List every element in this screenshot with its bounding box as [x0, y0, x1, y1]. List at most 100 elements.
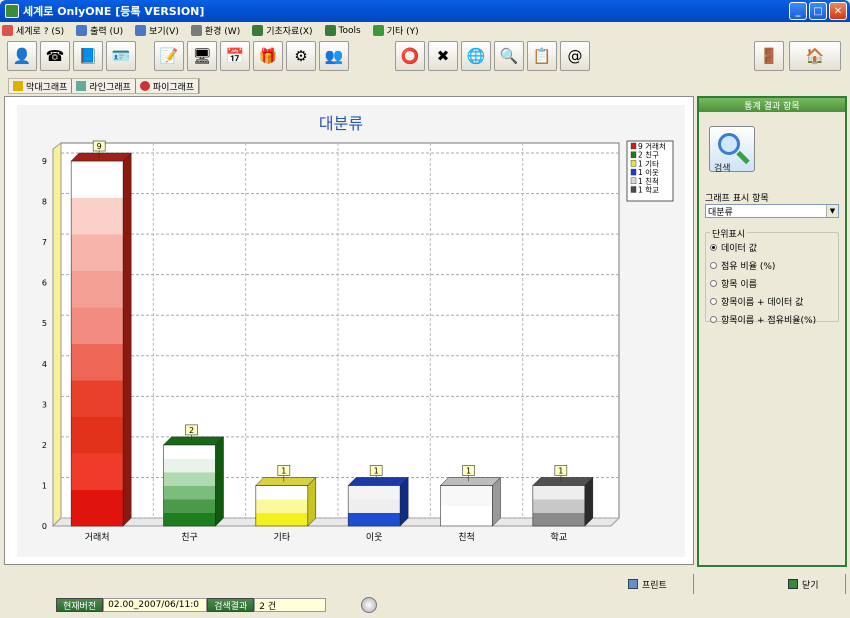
bar-chart: 대분류 0 1 2 3 4 5 6 7 8 9 9 거래처 2 친구 1 기타 1 이웃 1 친척 1 학교 9 거래처2 친… — [42, 114, 674, 543]
print-label: 프린트 — [642, 580, 667, 591]
bar-segment — [71, 234, 124, 271]
data-label: 1 — [281, 466, 286, 475]
data-label: 9 — [97, 142, 102, 151]
toolbar-person-button[interactable]: 👤 — [7, 41, 37, 71]
toolbar-edit-button[interactable]: 📝 — [154, 41, 184, 71]
user-card-icon: 🪪 — [111, 47, 131, 65]
bar-segment — [71, 343, 124, 381]
toolbar-exit-door-button[interactable]: 🚪 — [754, 41, 784, 71]
legend-item: 1 학교 — [638, 185, 659, 195]
toolbar-internet-button[interactable]: 🌐 — [461, 41, 491, 71]
y-tick-label: 9 — [42, 157, 47, 166]
bar-side — [399, 476, 409, 527]
tab-bar-chart[interactable]: 막대그래프 — [9, 79, 73, 93]
close-button[interactable]: 닫기 — [780, 574, 846, 594]
unit-option-3[interactable]: 항목이름 + 데이터 값 — [710, 295, 803, 308]
bar-top — [439, 477, 502, 486]
unit-option-label: 항목 이름 — [721, 280, 757, 290]
toolbar-excel-button[interactable]: ✖ — [428, 41, 458, 71]
search-button[interactable]: 검색 — [709, 126, 755, 174]
toolbar-email-button[interactable]: @ — [560, 41, 590, 71]
bar-segment — [163, 471, 216, 486]
menu-item-4[interactable]: 기초자료(X) — [252, 24, 313, 37]
radio-icon[interactable] — [710, 244, 717, 251]
toolbar-phone-button[interactable]: ☎ — [40, 41, 70, 71]
toolbar-lifebuoy-button[interactable]: ⭕ — [395, 41, 425, 71]
graph-item-value: 대분류 — [708, 207, 733, 218]
menu-item-1[interactable]: 출력 (U) — [76, 24, 123, 37]
title-bar: 세계로 OnlyONE [등록 VERSION] _ □ ✕ — [0, 0, 850, 22]
x-tick-label: 이웃 — [366, 532, 383, 543]
tab-line-chart[interactable]: 라인그래프 — [72, 79, 136, 93]
toolbar-gift-button[interactable]: 🎁 — [253, 41, 283, 71]
chevron-down-icon[interactable]: ▼ — [826, 205, 838, 217]
menu-item-3[interactable]: 환경 (W) — [190, 24, 240, 37]
menu-item-label: 기초자료(X) — [266, 27, 313, 37]
toolbar-people-button[interactable]: 👥 — [319, 41, 349, 71]
menu-item-5[interactable]: Tools — [324, 25, 361, 36]
chart-area: 대분류 0 1 2 3 4 5 6 7 8 9 9 거래처 2 친구 1 기타 1 이웃 1 친척 1 학교 9 거래처 2 친… — [17, 105, 685, 557]
bar-top — [255, 477, 317, 486]
search-label: 검색 — [714, 164, 731, 174]
bar-segment — [532, 512, 585, 527]
toolbar-clipboard-button[interactable]: 📋 — [527, 41, 557, 71]
menu-item-label: 세계로 ? (S) — [16, 27, 65, 37]
chart-title: 대분류 — [319, 114, 363, 133]
print-button[interactable]: 프린트 — [620, 574, 694, 594]
unit-option-2[interactable]: 항목 이름 — [710, 277, 757, 290]
radio-icon[interactable] — [710, 262, 717, 269]
radio-icon[interactable] — [710, 280, 717, 287]
maximize-button[interactable]: □ — [809, 2, 827, 20]
toolbar-book-button[interactable]: 📘 — [73, 41, 103, 71]
menu-item-label: 보기(V) — [149, 27, 179, 37]
toolbar-calendar-button[interactable]: 📅 — [220, 41, 250, 71]
app-icon — [5, 4, 19, 18]
x-tick-label: 기타 — [274, 532, 291, 543]
result-label: 검색결과 — [207, 598, 255, 612]
tab-label: 막대그래프 — [26, 82, 68, 93]
bar-segment — [71, 307, 124, 344]
tab-pie-chart[interactable]: 파이그래프 — [136, 79, 200, 93]
menu-item-6[interactable]: 기타 (Y) — [372, 24, 419, 37]
edit-icon: 📝 — [159, 47, 179, 65]
unit-option-0[interactable]: 데이터 값 — [710, 241, 757, 254]
gear-icon: ⚙ — [294, 47, 308, 65]
bar-top — [162, 436, 225, 446]
stats-result-panel: 통계 결과 항목 검색 그래프 표시 항목 대분류 ▼ 단위표시 데이터 값 점유… — [697, 96, 847, 567]
toolbar-search-doc-button[interactable]: 🔍 — [494, 41, 524, 71]
menu-item-2[interactable]: 보기(V) — [135, 24, 179, 37]
toolbar-monitor-button[interactable]: 🖥 — [187, 41, 217, 71]
unit-option-label: 항목이름 + 점유비율(%) — [721, 316, 817, 326]
radio-icon[interactable] — [710, 298, 717, 305]
graph-item-select[interactable]: 대분류 ▼ — [705, 204, 839, 218]
toolbar-logo-button[interactable]: 🏠 — [789, 41, 841, 71]
person-icon: 👤 — [12, 47, 32, 65]
pie-chart-icon — [139, 81, 150, 91]
toolbar-gear-button[interactable]: ⚙ — [286, 41, 316, 71]
y-tick-label: 7 — [42, 238, 47, 247]
menu-item-0[interactable]: 세계로 ? (S) — [2, 24, 64, 37]
legend-swatch — [630, 160, 637, 167]
star-icon — [372, 25, 384, 36]
clipboard-icon: 📋 — [532, 47, 552, 65]
unit-option-4[interactable]: 항목이름 + 점유비율(%) — [710, 313, 816, 326]
bar-side — [307, 476, 317, 527]
unit-option-1[interactable]: 점유 비율 (%) — [710, 259, 775, 272]
toolbar-user-card-button[interactable]: 🪪 — [106, 41, 136, 71]
status-bar: 현재버전 02.00_2007/06/11:0 검색결과 2 건 — [56, 598, 327, 612]
person-icon — [2, 25, 13, 36]
bar-segment — [71, 453, 124, 490]
legend-swatch — [630, 168, 637, 176]
bar-segment — [163, 458, 216, 473]
panel-header: 통계 결과 항목 — [699, 98, 845, 112]
chart-type-tabs: 막대그래프 라인그래프 파이그래프 — [8, 78, 201, 94]
radio-icon[interactable] — [710, 316, 717, 323]
logo-icon: 🏠 — [805, 47, 825, 65]
close-window-button[interactable]: ✕ — [829, 2, 847, 20]
bar-segment — [255, 512, 308, 527]
bar-segment — [163, 485, 216, 500]
minimize-button[interactable]: _ — [789, 2, 807, 20]
graph-item-label: 그래프 표시 항목 — [705, 194, 769, 204]
bar-segment — [163, 512, 216, 527]
legend-swatch — [630, 151, 637, 158]
